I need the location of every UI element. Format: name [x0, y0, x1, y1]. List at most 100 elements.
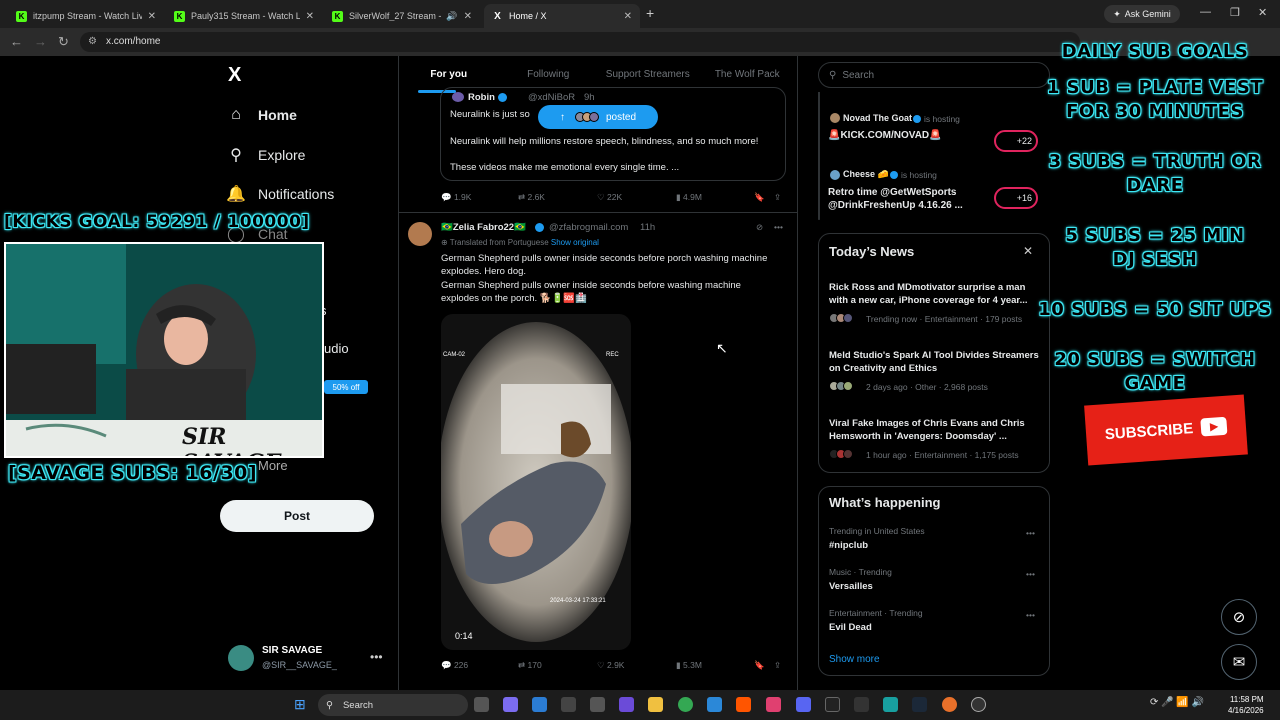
- bookmark-icon[interactable]: 🔖: [754, 192, 765, 203]
- avatar[interactable]: [228, 645, 254, 671]
- host-name[interactable]: Cheese 🧀: [843, 169, 889, 180]
- app-icon[interactable]: [561, 697, 576, 712]
- close-icon[interactable]: ✕: [624, 11, 632, 22]
- app-icon[interactable]: [590, 697, 605, 712]
- host-name[interactable]: Novad The Goat: [843, 113, 912, 123]
- host-title[interactable]: 🚨KICK.COM/NOVAD🚨: [828, 130, 942, 141]
- address-bar[interactable]: [80, 32, 1080, 52]
- host-viewers-badge[interactable]: +16: [994, 187, 1038, 209]
- app-icon[interactable]: [707, 697, 722, 712]
- chrome-icon[interactable]: [678, 697, 693, 712]
- taskbar-search[interactable]: ⚲ Search: [318, 694, 468, 716]
- kicks-goal-counter: [KICKS GOAL: 59291 / 100000]: [4, 212, 310, 232]
- news-headline[interactable]: Viral Fake Images of Chris Evans and Chr…: [829, 417, 1039, 443]
- close-icon[interactable]: ✕: [306, 11, 314, 22]
- profile-name: SIR SAVAGE: [262, 645, 323, 656]
- host-title[interactable]: Retro time @GetWetSports @DrinkFreshenUp…: [828, 186, 978, 212]
- discord-icon[interactable]: [796, 697, 811, 712]
- site-info-icon[interactable]: ⚙: [88, 36, 97, 47]
- nav-label: Home: [258, 107, 297, 123]
- views-button[interactable]: ▮ 4.9M: [676, 192, 702, 203]
- post-button[interactable]: Post: [220, 500, 374, 532]
- like-button[interactable]: ♡ 22K: [597, 192, 622, 203]
- more-icon[interactable]: •••: [1026, 569, 1035, 579]
- post-author[interactable]: Robin: [468, 91, 495, 104]
- trend-topic[interactable]: Versailles: [829, 580, 873, 593]
- close-icon[interactable]: ✕: [148, 11, 156, 22]
- news-meta: 1 hour ago · Entertainment · 1,175 posts: [866, 450, 1019, 460]
- copilot-icon[interactable]: [503, 697, 518, 712]
- soundcloud-icon[interactable]: [736, 697, 751, 712]
- avatar[interactable]: [408, 222, 432, 246]
- trend-topic[interactable]: Evil Dead: [829, 621, 872, 634]
- more-icon[interactable]: •••: [1026, 610, 1035, 620]
- share-icon[interactable]: ⇪: [774, 660, 781, 671]
- app-icon[interactable]: [854, 697, 869, 712]
- reply-button[interactable]: 💬 1.9K: [441, 192, 471, 203]
- forward-icon[interactable]: →: [34, 34, 47, 49]
- ask-gemini-button[interactable]: ✦ Ask Gemini: [1104, 5, 1180, 23]
- new-posts-pill[interactable]: ↑ posted: [538, 105, 658, 129]
- news-headline[interactable]: Rick Ross and MDmotivator surprise a man…: [829, 281, 1039, 307]
- more-icon[interactable]: •••: [370, 650, 383, 664]
- host-viewers-badge[interactable]: +22: [994, 130, 1038, 152]
- post-author[interactable]: 🇧🇷Zelia Fabro22🇧🇷: [441, 221, 526, 234]
- tab-silverwolf[interactable]: K SilverWolf_27 Stream - Watc 🔊 ✕: [324, 4, 480, 28]
- close-window-icon[interactable]: ✕: [1258, 6, 1267, 19]
- more-icon[interactable]: •••: [1026, 528, 1035, 538]
- tab-itzpump[interactable]: K itzpump Stream - Watch Live o ✕: [8, 4, 164, 28]
- profile-handle: @SIR__SAVAGE_: [262, 660, 337, 670]
- more-icon[interactable]: •••: [774, 222, 783, 232]
- taskbar-clock[interactable]: 11:58 PM 4/16/2026: [1228, 694, 1264, 716]
- nav-explore[interactable]: ⚲ Explore: [226, 145, 305, 165]
- tab-pauly315[interactable]: K Pauly315 Stream - Watch Live o ✕: [166, 4, 322, 28]
- nav-studio-partial[interactable]: udio: [324, 341, 349, 356]
- viewer-count: +22: [1016, 136, 1032, 146]
- obs-icon[interactable]: [971, 697, 986, 712]
- repost-button[interactable]: ⇄ 170: [518, 660, 542, 671]
- views-button[interactable]: ▮ 5.3M: [676, 660, 702, 671]
- steam-icon[interactable]: [912, 697, 927, 712]
- tab-home-x[interactable]: X Home / X ✕: [484, 4, 640, 28]
- post-text: Neuralink will help millions restore spe…: [450, 136, 759, 147]
- reply-button[interactable]: 💬 226: [441, 660, 468, 671]
- windows-start-icon[interactable]: ⊞: [294, 696, 306, 713]
- show-original-link[interactable]: Show original: [551, 238, 599, 247]
- speaker-icon[interactable]: 🔊: [446, 11, 457, 22]
- tab-title: Home / X: [509, 11, 547, 21]
- repost-button[interactable]: ⇄ 2.6K: [518, 192, 545, 203]
- capcut-icon[interactable]: [825, 697, 840, 712]
- close-icon[interactable]: ✕: [464, 11, 472, 22]
- like-count: 22K: [606, 192, 623, 202]
- system-tray-icons[interactable]: ⟳ 🎤 📶 🔊: [1150, 697, 1204, 708]
- search-input[interactable]: ⚲ Search: [818, 62, 1050, 88]
- restore-icon[interactable]: ❐: [1230, 6, 1240, 19]
- clock-date: 4/16/2026: [1228, 706, 1264, 715]
- news-headline[interactable]: Meld Studio's Spark AI Tool Divides Stre…: [829, 349, 1039, 375]
- app-icon[interactable]: [766, 697, 781, 712]
- bookmark-icon[interactable]: 🔖: [754, 660, 765, 671]
- nav-home[interactable]: ⌂ Home: [226, 106, 297, 124]
- show-more-link[interactable]: Show more: [829, 654, 880, 665]
- x-logo-icon[interactable]: X: [228, 64, 241, 87]
- grok-icon[interactable]: ⊘: [1221, 599, 1257, 635]
- close-icon[interactable]: ✕: [1023, 244, 1033, 258]
- reload-icon[interactable]: ↻: [58, 34, 69, 50]
- kick-favicon-icon: K: [16, 10, 27, 22]
- kick-favicon-icon: K: [332, 10, 343, 22]
- task-view-icon[interactable]: [474, 697, 489, 712]
- nav-notifications[interactable]: 🔔 Notifications: [226, 184, 334, 204]
- back-icon[interactable]: ←: [10, 34, 23, 49]
- file-explorer-icon[interactable]: [648, 697, 663, 712]
- app-icon[interactable]: [619, 697, 634, 712]
- grok-icon[interactable]: ⊘: [756, 222, 763, 233]
- messages-icon[interactable]: ✉: [1221, 644, 1257, 680]
- app-icon[interactable]: [532, 697, 547, 712]
- like-button[interactable]: ♡ 2.9K: [597, 660, 624, 671]
- app-icon[interactable]: [942, 697, 957, 712]
- trend-topic[interactable]: #nipclub: [829, 539, 868, 552]
- minimize-icon[interactable]: —: [1200, 6, 1211, 18]
- new-tab-icon[interactable]: +: [646, 5, 654, 21]
- share-icon[interactable]: ⇪: [774, 192, 781, 203]
- app-icon[interactable]: [883, 697, 898, 712]
